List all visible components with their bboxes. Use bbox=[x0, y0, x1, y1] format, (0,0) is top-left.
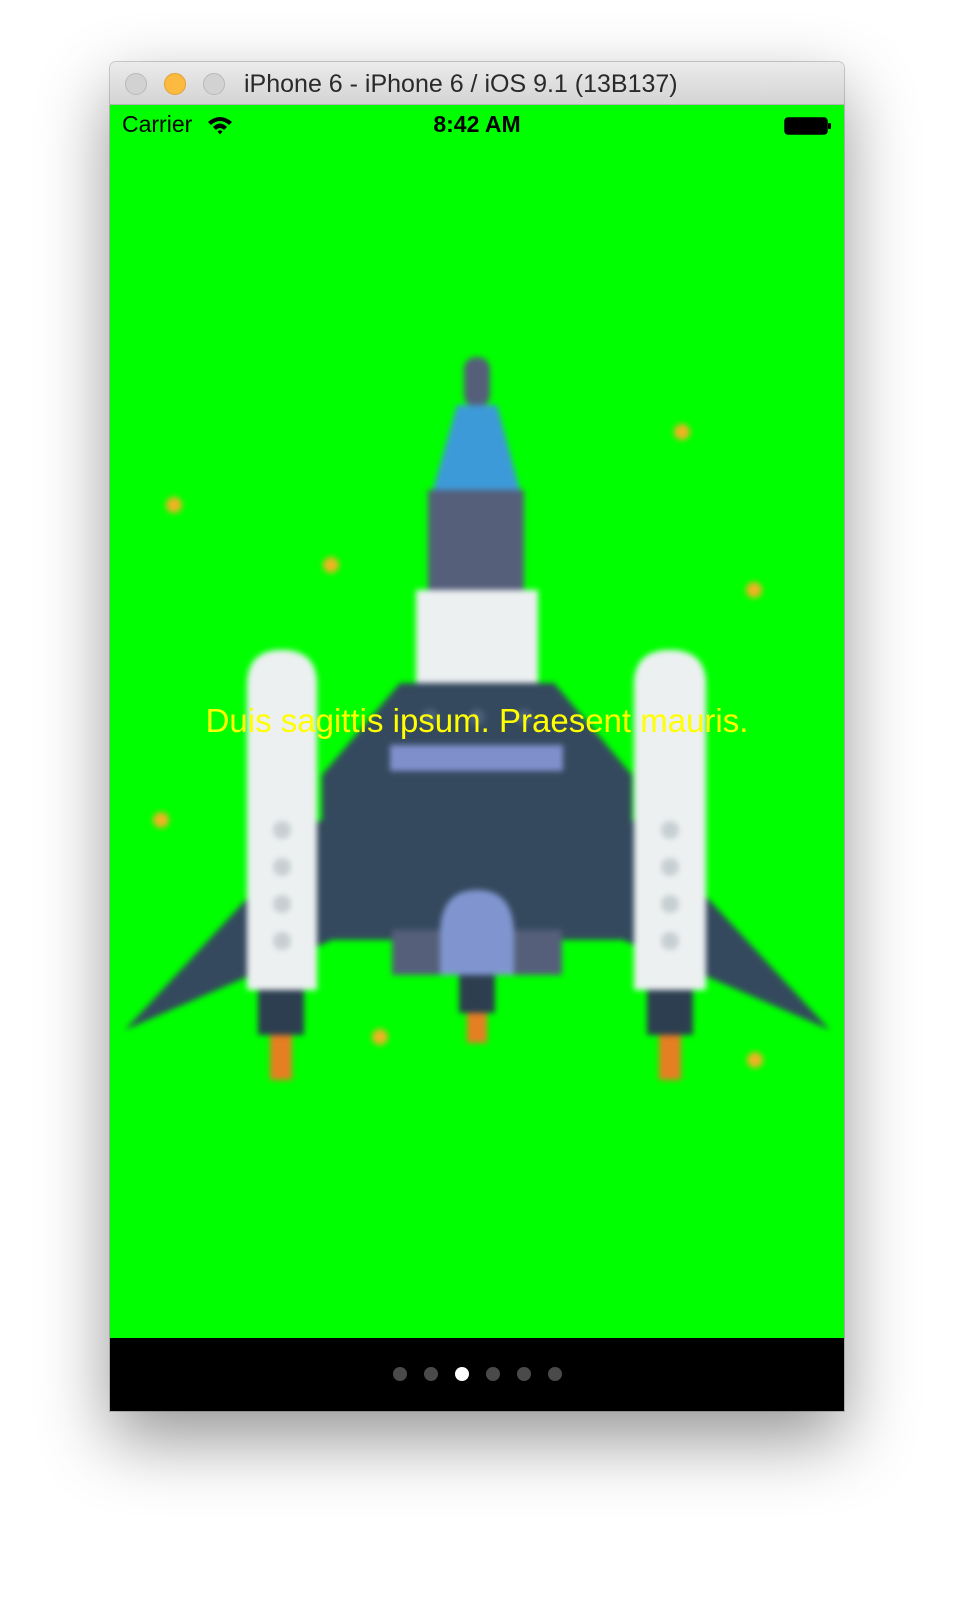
page-control-bar bbox=[110, 1338, 844, 1411]
page-dot[interactable] bbox=[485, 1367, 500, 1381]
page-dot[interactable] bbox=[392, 1367, 407, 1381]
window-title: iPhone 6 - iPhone 6 / iOS 9.1 (13B137) bbox=[244, 70, 678, 98]
page-control[interactable] bbox=[110, 1367, 844, 1383]
close-button[interactable] bbox=[125, 73, 147, 95]
page-dot[interactable] bbox=[547, 1367, 562, 1381]
page-dot[interactable] bbox=[423, 1367, 438, 1381]
page-caption: Duis sagittis ipsum. Praesent mauris. bbox=[205, 702, 749, 739]
window-titlebar[interactable]: iPhone 6 - iPhone 6 / iOS 9.1 (13B137) bbox=[110, 62, 844, 105]
minimize-button[interactable] bbox=[164, 73, 186, 95]
device-screen[interactable]: Carrier 8:42 AM Duis sagittis ipsum. Pra… bbox=[110, 105, 844, 1411]
simulator-window: iPhone 6 - iPhone 6 / iOS 9.1 (13B137) C… bbox=[110, 62, 844, 1411]
page-dot[interactable] bbox=[516, 1367, 531, 1381]
page-dot-active[interactable] bbox=[454, 1367, 469, 1381]
zoom-button[interactable] bbox=[203, 73, 225, 95]
